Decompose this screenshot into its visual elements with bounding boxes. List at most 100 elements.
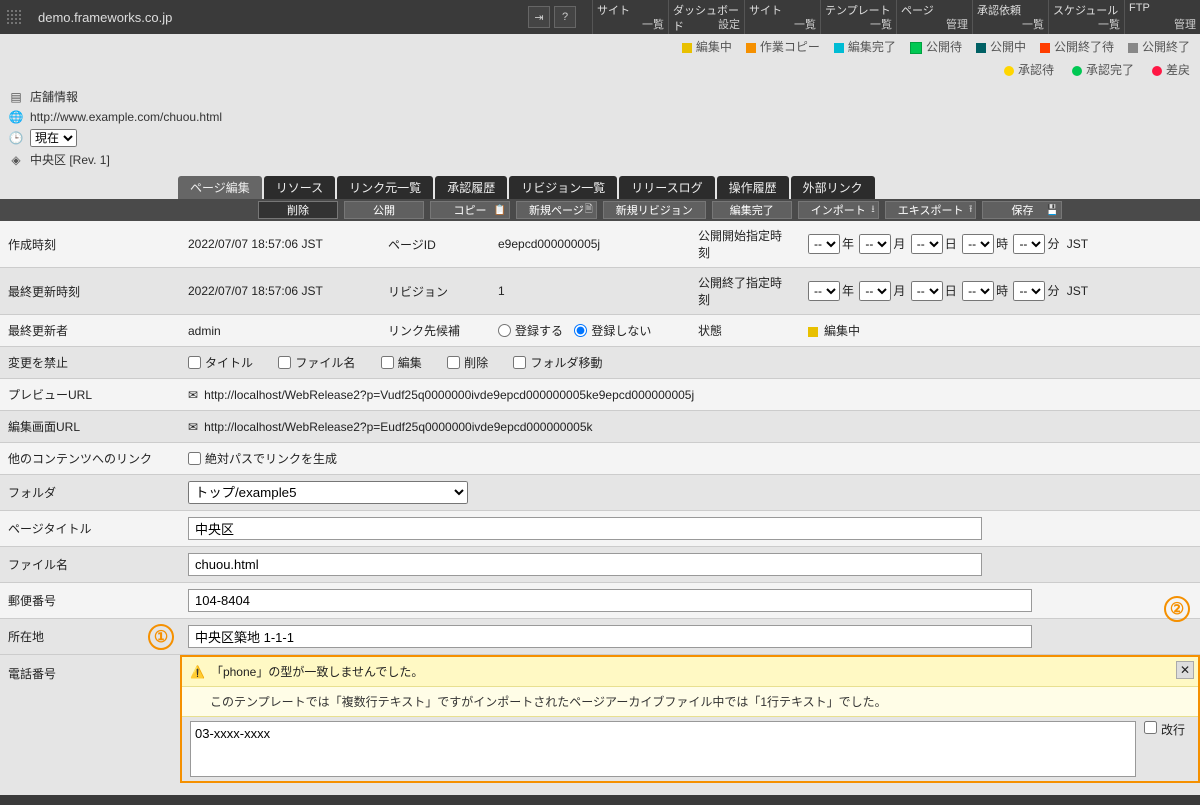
nav-schedule[interactable]: スケジュール一覧 <box>1048 0 1124 34</box>
status-workcopy: 作業コピー <box>746 38 820 55</box>
pubend-month[interactable]: -- <box>859 281 891 301</box>
linkcand-no[interactable] <box>574 324 587 337</box>
label-rev: リビジョン <box>380 277 490 306</box>
export-button[interactable]: エキスポート⭱ <box>885 201 977 219</box>
lock-delete[interactable] <box>447 356 460 369</box>
pubstart-controls: --年 --月 --日 --時 --分 JST <box>800 228 1200 260</box>
pubstart-day[interactable]: -- <box>911 234 943 254</box>
save-button[interactable]: 保存💾 <box>982 201 1062 219</box>
folder-select[interactable]: トップ/example5 <box>188 481 468 504</box>
page-meta: ▤店舗情報 🌐http://www.example.com/chuou.html… <box>0 86 1200 176</box>
lock-edit[interactable] <box>381 356 394 369</box>
delete-button[interactable]: 削除 <box>258 201 338 219</box>
tab-resource[interactable]: リソース <box>264 176 335 199</box>
time-select[interactable]: 現在 <box>30 129 77 147</box>
tab-page-edit[interactable]: ページ編集 <box>178 176 262 199</box>
tab-approve-hist[interactable]: 承認履歴 <box>435 176 507 199</box>
lock-filename[interactable] <box>278 356 291 369</box>
export-icon: ⭱ <box>969 202 973 219</box>
annotation-1: ① <box>148 624 174 650</box>
zip-input[interactable] <box>188 589 1032 612</box>
tab-revision-list[interactable]: リビジョン一覧 <box>509 176 617 199</box>
tab-ext-link[interactable]: 外部リンク <box>791 176 875 199</box>
warning-icon: ⚠️ <box>190 665 205 679</box>
label-linkcand: リンク先候補 <box>380 316 490 345</box>
status-publive: 公開中 <box>976 38 1026 55</box>
tab-op-hist[interactable]: 操作履歴 <box>717 176 789 199</box>
pubend-day[interactable]: -- <box>911 281 943 301</box>
tab-release-log[interactable]: リリースログ <box>619 176 714 199</box>
nav-site[interactable]: サイト一覧 <box>592 0 668 34</box>
label-folder: フォルダ <box>0 478 180 507</box>
status-pubwait: 公開待 <box>910 38 962 55</box>
app-logo <box>0 0 28 34</box>
label-state: 状態 <box>690 316 800 345</box>
globe-icon: 🌐 <box>8 109 24 125</box>
nav-site2[interactable]: サイト一覧 <box>744 0 820 34</box>
phone-textarea[interactable] <box>190 721 1136 777</box>
newpage-button[interactable]: 新規ページ🗎 <box>516 201 597 219</box>
status-editing: 編集中 <box>682 38 732 55</box>
label-created: 作成時刻 <box>0 230 180 259</box>
nav-approve[interactable]: 承認依頼一覧 <box>972 0 1048 34</box>
tab-linksrc[interactable]: リンク元一覧 <box>337 176 433 199</box>
footer-bar <box>0 795 1200 805</box>
status-rejected: 差戻 <box>1152 61 1190 78</box>
page-url: http://www.example.com/chuou.html <box>30 110 222 124</box>
label-pubstart: 公開開始指定時刻 <box>690 221 800 267</box>
label-phone: 電話番号 <box>0 655 180 688</box>
clock-icon: 🕒 <box>8 130 24 146</box>
save-icon: 💾 <box>1046 205 1058 216</box>
lock-title[interactable] <box>188 356 201 369</box>
pubstart-year[interactable]: -- <box>808 234 840 254</box>
status-editdone: 編集完了 <box>834 38 896 55</box>
lock-foldermove[interactable] <box>513 356 526 369</box>
value-updater: admin <box>180 318 380 344</box>
publish-button[interactable]: 公開 <box>344 201 424 219</box>
action-toolbar: 削除 公開 コピー📋 新規ページ🗎 新規リビジョン 編集完了 インポート⭳ エキ… <box>0 199 1200 221</box>
value-state: 編集中 <box>800 316 1200 345</box>
status-legend-1: 編集中 作業コピー 編集完了 公開待 公開中 公開終了待 公開終了 <box>0 34 1200 59</box>
store-label: 店舗情報 <box>30 88 78 105</box>
pubend-hour[interactable]: -- <box>962 281 994 301</box>
status-legend-2: 承認待 承認完了 差戻 <box>0 59 1200 86</box>
import-button[interactable]: インポート⭳ <box>798 201 879 219</box>
pubstart-month[interactable]: -- <box>859 234 891 254</box>
title-input[interactable] <box>188 517 982 540</box>
pubend-min[interactable]: -- <box>1013 281 1045 301</box>
label-updater: 最終更新者 <box>0 316 180 345</box>
status-pubend: 公開終了 <box>1128 38 1190 55</box>
copy-button[interactable]: コピー📋 <box>430 201 510 219</box>
value-created: 2022/07/07 18:57:06 JST <box>180 231 380 257</box>
linkcand-yes[interactable] <box>498 324 511 337</box>
clipboard-icon: 📋 <box>494 205 506 216</box>
nav-ftp[interactable]: FTP管理 <box>1124 0 1200 34</box>
filename-input[interactable] <box>188 553 982 576</box>
help-icon[interactable]: ? <box>554 6 576 28</box>
label-pubend: 公開終了指定時刻 <box>690 268 800 314</box>
nav-template[interactable]: テンプレート一覧 <box>820 0 896 34</box>
pubend-controls: --年 --月 --日 --時 --分 JST <box>800 275 1200 307</box>
address-input[interactable] <box>188 625 1032 648</box>
newline-check[interactable] <box>1144 721 1157 734</box>
value-pageid: e9epcd000000005j <box>490 231 690 257</box>
value-preview-url: ✉http://localhost/WebRelease2?p=Vudf25q0… <box>180 382 1200 408</box>
editdone-button[interactable]: 編集完了 <box>712 201 792 219</box>
status-approve-wait: 承認待 <box>1004 61 1054 78</box>
nav-dashboard[interactable]: ダッシュボード設定 <box>668 0 744 34</box>
newrev-button[interactable]: 新規リビジョン <box>603 201 706 219</box>
pubend-year[interactable]: -- <box>808 281 840 301</box>
mail-icon: ✉ <box>188 420 198 434</box>
lock-checks: タイトル ファイル名 編集 削除 フォルダ移動 <box>180 348 1200 378</box>
abs-path-check[interactable] <box>188 452 201 465</box>
domain-label: demo.frameworks.co.jp <box>28 0 182 34</box>
label-title: ページタイトル <box>0 514 180 543</box>
pubstart-min[interactable]: -- <box>1013 234 1045 254</box>
warning-detail: このテンプレートでは「複数行テキスト」ですがインポートされたページアーカイブファ… <box>182 687 1198 717</box>
label-updated: 最終更新時刻 <box>0 277 180 306</box>
warning-close-button[interactable]: ✕ <box>1176 661 1194 679</box>
nav-page[interactable]: ページ管理 <box>896 0 972 34</box>
label-lock: 変更を禁止 <box>0 348 180 377</box>
pubstart-hour[interactable]: -- <box>962 234 994 254</box>
collapse-icon[interactable]: ⇥ <box>528 6 550 28</box>
